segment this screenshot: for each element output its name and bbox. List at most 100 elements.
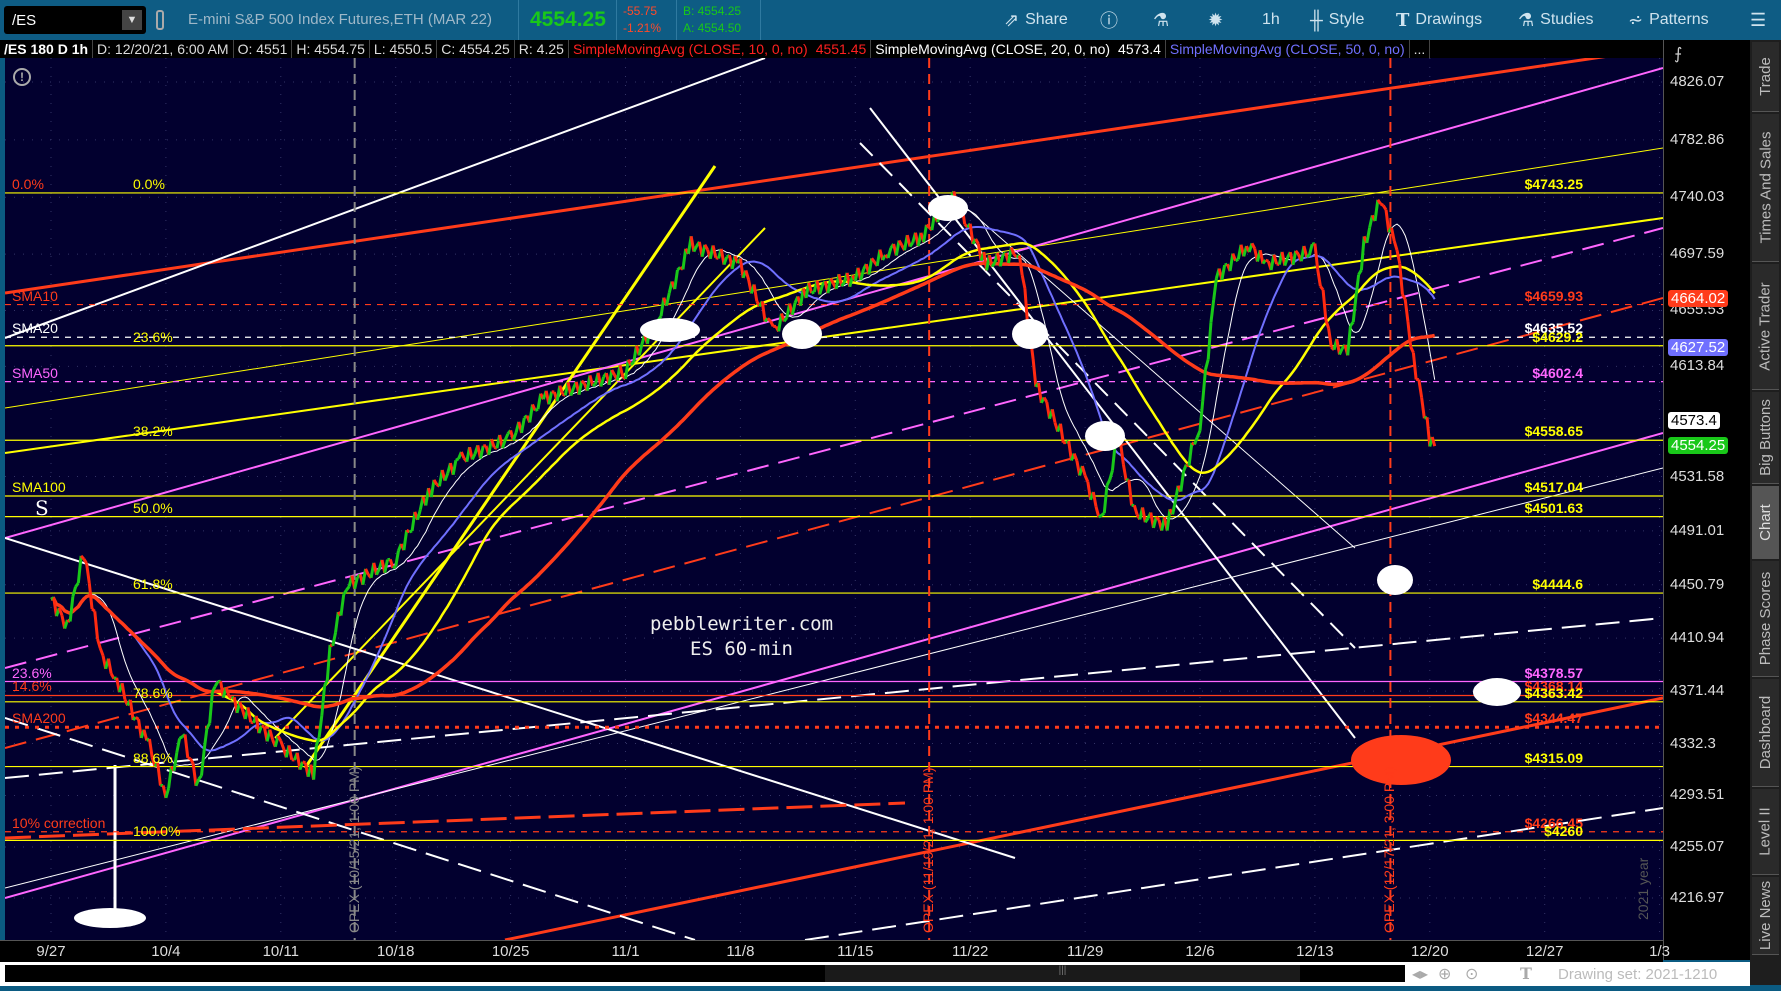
price-candle	[1080, 465, 1087, 477]
link-icon[interactable]	[156, 10, 164, 30]
crosshair-icon[interactable]: ⊕	[1438, 964, 1451, 984]
menu-icon: ☰	[1750, 9, 1767, 30]
price-candle	[1105, 479, 1112, 486]
chart-canvas[interactable]	[5, 58, 1663, 940]
price-candle	[1250, 242, 1257, 250]
fib-label: 78.6%	[133, 684, 173, 701]
date-tick: 1/3	[1649, 943, 1671, 960]
price-candle	[1302, 245, 1309, 258]
sidebar-tab-big-buttons[interactable]: Big Buttons	[1752, 392, 1779, 484]
price-candle	[1097, 514, 1103, 519]
sma-line	[50, 226, 1436, 752]
style-button[interactable]: ╫ Style	[1300, 0, 1374, 40]
price-candle	[1050, 409, 1057, 423]
price-candle	[197, 774, 203, 781]
patterns-button[interactable]: ⩫ Patterns	[1618, 0, 1719, 40]
price-candle	[202, 727, 209, 750]
price-candle	[1091, 491, 1098, 508]
sidebar-tab-level-ii[interactable]: Level II	[1752, 789, 1779, 875]
study-sma20[interactable]: SimpleMovingAvg (CLOSE, 20, 0, no)	[871, 40, 1114, 58]
info-button[interactable]: ⓘ	[1090, 0, 1128, 40]
sidebar-tab-label: Big Buttons	[1757, 399, 1774, 476]
timeframe-button[interactable]: 1h	[1252, 0, 1290, 40]
menu-button[interactable]: ☰	[1740, 0, 1776, 40]
price-candle	[588, 374, 595, 387]
price-candle	[383, 559, 389, 574]
fib-label: 61.8%	[133, 576, 173, 593]
price-candle	[345, 585, 351, 592]
drawings-button[interactable]: T Drawings	[1386, 0, 1492, 40]
sidebar-tab-trade[interactable]: Trade	[1752, 42, 1779, 112]
marker-ellipse	[74, 908, 146, 928]
price-tick: 4531.58	[1670, 467, 1725, 485]
price-candle	[134, 716, 140, 721]
pan-icon[interactable]: ◂▸	[1412, 964, 1428, 984]
price-candle	[1411, 352, 1418, 380]
price-candle	[1031, 358, 1038, 387]
price-candle	[1179, 470, 1186, 492]
sidebar-tab-dashboard[interactable]: Dashboard	[1752, 679, 1779, 787]
sidebar-tab-chart[interactable]: Chart	[1752, 486, 1779, 559]
scrollbar-thumb[interactable]: |||	[825, 965, 1300, 982]
date-axis[interactable]: 9/27 10/4 10/11 10/18 10/25 11/1 11/8 11/15 11/2…	[0, 940, 1670, 962]
level-label: $4517.04	[1524, 479, 1583, 495]
zoom-icon[interactable]: ⊙	[1465, 964, 1478, 984]
flask-icon: ⚗	[1518, 9, 1535, 30]
price-candle	[205, 722, 211, 729]
horizontal-scrollbar[interactable]: |||	[5, 965, 1405, 982]
price-candle	[1327, 327, 1333, 348]
bar-open: O: 4551	[234, 40, 293, 58]
event-label: OPEX (11/19/21, 1:00 PM)	[920, 767, 937, 934]
price-candle	[1206, 322, 1213, 360]
price-candle	[416, 509, 422, 521]
price-candle	[455, 457, 460, 462]
date-tick: 12/20	[1411, 943, 1449, 960]
flask-icon: ⚗	[1153, 9, 1170, 30]
autoscale-icon[interactable]: ⨍	[1674, 44, 1682, 64]
drawing-set[interactable]: Drawing set: 2021-1210	[1558, 966, 1717, 983]
level-label: $4501.63	[1524, 499, 1583, 516]
price-candle	[405, 528, 411, 534]
price-candle	[443, 472, 450, 482]
price-candle	[1102, 485, 1109, 514]
price-candle	[93, 611, 99, 640]
study-sma10[interactable]: SimpleMovingAvg (CLOSE, 10, 0, no)	[569, 40, 812, 58]
date-tick: 10/4	[151, 943, 181, 960]
date-tick: 10/11	[262, 943, 300, 960]
share-button[interactable]: ⇗ Share	[994, 0, 1078, 40]
price-candle	[1258, 249, 1265, 264]
text-tool-icon[interactable]: T	[1520, 964, 1532, 983]
symbol-selector[interactable]: /ES ▼	[4, 6, 146, 34]
price-candle	[1384, 209, 1391, 233]
flask-button[interactable]: ⚗	[1143, 0, 1179, 40]
price-candle	[96, 638, 102, 649]
price-candle	[1165, 508, 1172, 531]
sidebar-tab-label: Chart	[1757, 503, 1774, 541]
price-candle	[71, 586, 78, 597]
more-studies[interactable]: ...	[1410, 40, 1431, 58]
fib-label: 10% correction	[12, 814, 106, 831]
price-candle	[769, 320, 775, 327]
fib-label: 14.6%	[12, 678, 52, 695]
sidebar-tab-live-news[interactable]: Live News	[1752, 877, 1779, 955]
sidebar-tab-phase-scores[interactable]: Phase Scores	[1752, 561, 1779, 677]
marker-ellipse	[782, 319, 822, 349]
price-tick: 4450.79	[1670, 575, 1725, 593]
settings-button[interactable]: ✹	[1198, 0, 1233, 40]
target-ellipse	[1351, 735, 1451, 785]
sidebar-tab-times-and-sales[interactable]: Times And Sales	[1752, 114, 1779, 262]
price-candle	[1083, 475, 1090, 483]
sidebar-tab-active-trader[interactable]: Active Trader	[1752, 264, 1779, 390]
price-candle	[331, 632, 337, 647]
price-axis[interactable]: ⨍ 4826.07 4782.86 4740.03 4697.59 4655.53 461…	[1663, 40, 1750, 960]
ask-price: A: 4554.50	[683, 21, 742, 35]
study-sma50[interactable]: SimpleMovingAvg (CLOSE, 50, 0, no)	[1166, 40, 1410, 58]
sidebar-tab-label: Active Trader	[1757, 282, 1774, 371]
fib-label: 38.2%	[133, 423, 173, 440]
marker-ellipse	[1085, 421, 1125, 451]
price-chart[interactable]: $4743.25 $4659.93 $4635.52 $4629.2 $4602.4 $4…	[5, 58, 1663, 940]
studies-button[interactable]: ⚗ Studies	[1508, 0, 1604, 40]
info-icon: ⓘ	[1100, 11, 1118, 31]
alert-icon[interactable]: !	[13, 68, 31, 86]
chevron-down-icon[interactable]: ▼	[122, 10, 142, 30]
